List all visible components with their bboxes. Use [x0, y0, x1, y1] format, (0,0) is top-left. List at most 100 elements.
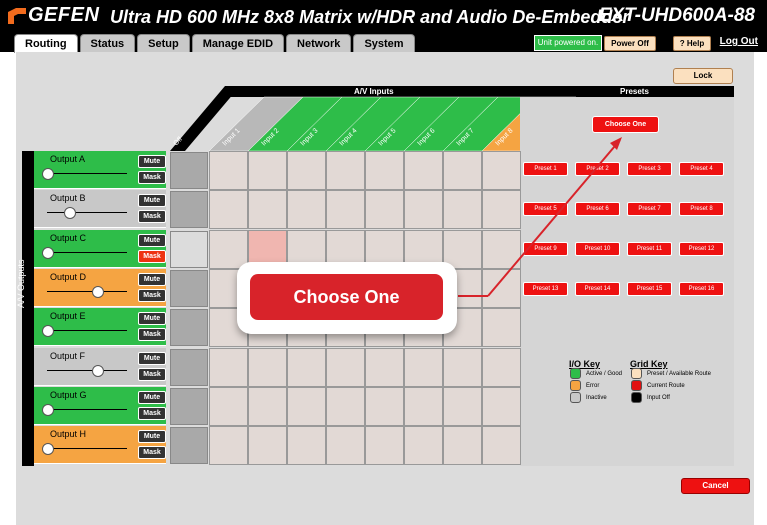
cancel-button[interactable]: Cancel	[681, 478, 750, 494]
mask-button[interactable]: Mask	[138, 328, 166, 342]
slider-knob[interactable]	[42, 325, 54, 338]
route-cell[interactable]	[443, 426, 482, 466]
slider-knob[interactable]	[42, 443, 54, 456]
tab-routing[interactable]: Routing	[14, 34, 78, 53]
route-cell[interactable]	[209, 229, 248, 269]
volume-slider[interactable]	[47, 448, 127, 450]
mute-button[interactable]: Mute	[138, 390, 166, 404]
route-cell[interactable]	[248, 426, 287, 466]
help-button[interactable]: ? Help	[673, 36, 711, 51]
slider-knob[interactable]	[42, 246, 54, 259]
route-cell[interactable]	[482, 268, 521, 308]
route-cell[interactable]	[287, 190, 326, 230]
mask-button[interactable]: Mask	[138, 446, 166, 460]
mute-button[interactable]: Mute	[138, 351, 166, 365]
preset-button[interactable]: Preset 9	[523, 242, 568, 256]
mask-button[interactable]: Mask	[138, 406, 166, 420]
mask-button[interactable]: Mask	[138, 367, 166, 381]
mute-button[interactable]: Mute	[138, 430, 166, 444]
tab-setup[interactable]: Setup	[137, 34, 190, 53]
route-cell[interactable]	[209, 151, 248, 190]
route-cell[interactable]	[365, 386, 404, 426]
route-cell[interactable]	[443, 386, 482, 426]
mask-button[interactable]: Mask	[138, 171, 166, 184]
route-cell[interactable]	[404, 151, 443, 190]
route-cell[interactable]	[326, 190, 365, 230]
route-cell[interactable]	[326, 151, 365, 190]
off-cell[interactable]	[170, 152, 208, 189]
route-cell[interactable]	[482, 386, 521, 426]
preset-button[interactable]: Preset 2	[575, 162, 620, 176]
preset-button[interactable]: Preset 16	[679, 282, 724, 296]
mute-button[interactable]: Mute	[138, 272, 166, 286]
volume-slider[interactable]	[47, 251, 127, 253]
route-cell[interactable]	[365, 426, 404, 466]
route-cell[interactable]	[209, 386, 248, 426]
preset-button[interactable]: Preset 12	[679, 242, 724, 256]
off-cell[interactable]	[170, 387, 208, 425]
route-cell[interactable]	[404, 347, 443, 387]
route-cell[interactable]	[443, 151, 482, 190]
route-cell[interactable]	[404, 426, 443, 466]
power-off-button[interactable]: Power Off	[604, 36, 656, 51]
off-cell[interactable]	[170, 269, 208, 307]
mute-button[interactable]: Mute	[138, 194, 166, 208]
tab-system[interactable]: System	[353, 34, 415, 53]
preset-button[interactable]: Preset 14	[575, 282, 620, 296]
volume-slider[interactable]	[47, 173, 127, 174]
volume-slider[interactable]	[47, 212, 127, 214]
route-cell[interactable]	[482, 190, 521, 230]
mute-button[interactable]: Mute	[138, 233, 166, 247]
route-cell[interactable]	[287, 347, 326, 387]
mask-button[interactable]: Mask	[138, 210, 166, 224]
volume-slider[interactable]	[47, 369, 127, 371]
route-cell[interactable]	[287, 151, 326, 190]
route-cell[interactable]	[365, 190, 404, 230]
route-cell[interactable]	[209, 347, 248, 387]
route-cell[interactable]	[287, 386, 326, 426]
route-cell[interactable]	[365, 151, 404, 190]
preset-button[interactable]: Preset 10	[575, 242, 620, 256]
route-cell[interactable]	[326, 426, 365, 466]
preset-button[interactable]: Preset 15	[627, 282, 672, 296]
tab-status[interactable]: Status	[79, 34, 136, 53]
preset-button[interactable]: Preset 7	[627, 202, 672, 216]
off-cell[interactable]	[170, 230, 208, 268]
off-cell[interactable]	[170, 427, 208, 465]
slider-knob[interactable]	[92, 364, 105, 377]
preset-button[interactable]: Preset 4	[679, 162, 724, 176]
route-cell[interactable]	[209, 426, 248, 466]
off-cell[interactable]	[170, 309, 208, 347]
slider-knob[interactable]	[63, 207, 76, 220]
route-cell[interactable]	[248, 151, 287, 190]
route-cell[interactable]	[365, 347, 404, 387]
preset-button[interactable]: Preset 6	[575, 202, 620, 216]
volume-slider[interactable]	[47, 408, 127, 410]
route-cell[interactable]	[404, 386, 443, 426]
mute-button[interactable]: Mute	[138, 155, 166, 168]
tab-network[interactable]: Network	[286, 34, 352, 53]
preset-button[interactable]: Preset 11	[627, 242, 672, 256]
mute-button[interactable]: Mute	[138, 312, 166, 326]
route-cell[interactable]	[326, 347, 365, 387]
volume-slider[interactable]	[47, 330, 127, 332]
route-cell[interactable]	[482, 308, 521, 348]
tab-manage-edid[interactable]: Manage EDID	[191, 34, 285, 53]
route-cell[interactable]	[326, 386, 365, 426]
route-cell[interactable]	[443, 190, 482, 230]
route-cell[interactable]	[404, 190, 443, 230]
route-cell[interactable]	[248, 347, 287, 387]
slider-knob[interactable]	[42, 403, 54, 416]
choose-one-button[interactable]: Choose One	[592, 116, 659, 133]
off-cell[interactable]	[170, 191, 208, 229]
route-cell[interactable]	[482, 229, 521, 269]
mask-button[interactable]: Mask	[138, 249, 166, 263]
route-cell[interactable]	[209, 190, 248, 230]
preset-button[interactable]: Preset 3	[627, 162, 672, 176]
preset-button[interactable]: Preset 1	[523, 162, 568, 176]
slider-knob[interactable]	[42, 168, 54, 180]
route-cell[interactable]	[443, 347, 482, 387]
route-cell[interactable]	[287, 426, 326, 466]
route-cell[interactable]	[482, 151, 521, 190]
off-cell[interactable]	[170, 348, 208, 386]
